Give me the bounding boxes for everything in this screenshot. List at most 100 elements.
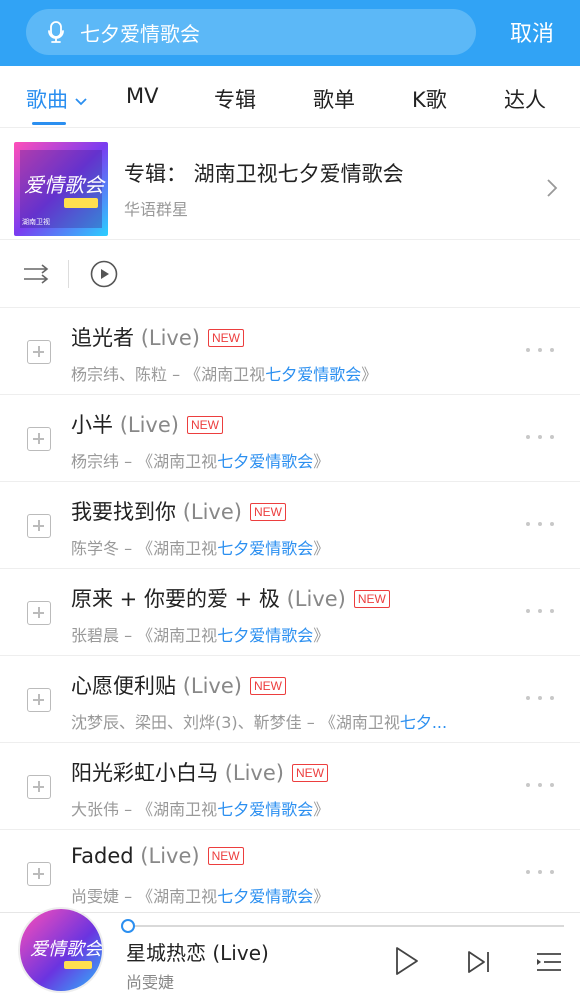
album-result[interactable]: 爱情歌会 湖南卫视 专辑： 湖南卫视七夕爱情歌会 华语群星	[0, 128, 580, 240]
song-title-line: 我要找到你 (Live) NEW	[71, 496, 286, 526]
album-cover: 爱情歌会 湖南卫视	[14, 142, 108, 236]
cover-logo-text: 爱情歌会	[24, 173, 106, 197]
song-row[interactable]: 小半 (Live) NEW 杨宗纬 – 《湖南卫视七夕爱情歌会》	[0, 395, 580, 482]
song-meta: 陈学冬 – 《湖南卫视七夕爱情歌会》	[71, 535, 329, 559]
tab-playlists[interactable]: 歌单	[313, 84, 355, 114]
new-badge: NEW	[207, 329, 244, 347]
song-title: 我要找到你	[71, 500, 176, 524]
progress-bar[interactable]	[128, 925, 564, 927]
song-artists: 沈梦辰、梁田、刘烨(3)、靳梦佳 – 《湖南卫视	[71, 713, 400, 732]
song-row[interactable]: 追光者 (Live) NEW 杨宗纬、陈粒 – 《湖南卫视七夕爱情歌会》	[0, 308, 580, 395]
chevron-down-icon[interactable]	[74, 96, 88, 106]
mini-player[interactable]: 爱情歌会 星城热恋 (Live) 尚雯婕	[0, 907, 580, 998]
new-badge: NEW	[249, 503, 286, 521]
shuffle-icon[interactable]	[22, 262, 52, 286]
song-row[interactable]: Faded (Live) NEW 尚雯婕 – 《湖南卫视七夕爱情歌会》	[0, 830, 580, 917]
new-badge: NEW	[186, 416, 223, 434]
search-query-text[interactable]: 七夕爱情歌会	[80, 18, 200, 47]
more-options-icon[interactable]	[526, 522, 556, 528]
song-album-end: 》	[361, 365, 378, 384]
song-live-tag: (Live)	[182, 674, 242, 698]
more-options-icon[interactable]	[526, 870, 556, 876]
play-icon[interactable]	[394, 945, 420, 977]
song-live-tag: (Live)	[119, 413, 179, 437]
song-row[interactable]: 我要找到你 (Live) NEW 陈学冬 – 《湖南卫视七夕爱情歌会》	[0, 482, 580, 569]
more-options-icon[interactable]	[526, 783, 556, 789]
song-album-highlight: 七夕爱情歌会	[217, 626, 314, 645]
song-live-tag: (Live)	[182, 500, 242, 524]
song-meta: 尚雯婕 – 《湖南卫视七夕爱情歌会》	[71, 883, 329, 907]
song-album-highlight: 七夕爱情歌会	[217, 539, 314, 558]
song-row[interactable]: 原来 + 你要的爱 + 极 (Live) NEW 张碧晨 – 《湖南卫视七夕爱情歌会…	[0, 569, 580, 656]
divider	[68, 260, 69, 288]
add-to-playlist-icon[interactable]	[27, 688, 51, 712]
song-meta: 大张伟 – 《湖南卫视七夕爱情歌会》	[71, 796, 329, 820]
song-artists: 杨宗纬、陈粒 – 《湖南卫视	[71, 365, 266, 384]
play-all-icon[interactable]	[90, 260, 118, 288]
song-meta: 沈梦辰、梁田、刘烨(3)、靳梦佳 – 《湖南卫视七夕...	[71, 709, 447, 733]
now-playing-title: 星城热恋 (Live)	[126, 941, 269, 965]
song-title: 阳光彩虹小白马	[71, 761, 218, 785]
song-album-highlight: 七夕爱情歌会	[217, 452, 314, 471]
more-options-icon[interactable]	[526, 609, 556, 615]
tab-experts[interactable]: 达人	[504, 84, 546, 114]
song-title-line: 心愿便利贴 (Live) NEW	[71, 670, 286, 700]
now-playing-artist: 尚雯婕	[126, 973, 175, 992]
add-to-playlist-icon[interactable]	[27, 514, 51, 538]
song-title-line: 追光者 (Live) NEW	[71, 322, 244, 352]
result-tabs: 歌曲 MV 专辑 歌单 K歌 达人	[0, 66, 580, 128]
playlist-icon[interactable]	[536, 949, 562, 975]
song-row[interactable]: 心愿便利贴 (Live) NEW 沈梦辰、梁田、刘烨(3)、靳梦佳 – 《湖南卫视七…	[0, 656, 580, 743]
album-title: 专辑： 湖南卫视七夕爱情歌会	[124, 162, 404, 186]
add-to-playlist-icon[interactable]	[27, 601, 51, 625]
add-to-playlist-icon[interactable]	[27, 427, 51, 451]
song-album-end: 》	[313, 539, 330, 558]
add-to-playlist-icon[interactable]	[27, 862, 51, 886]
more-options-icon[interactable]	[526, 435, 556, 441]
song-artists: 杨宗纬 – 《湖南卫视	[71, 452, 218, 471]
tab-mv[interactable]: MV	[126, 84, 158, 108]
new-badge: NEW	[291, 764, 328, 782]
add-to-playlist-icon[interactable]	[27, 340, 51, 364]
more-options-icon[interactable]	[526, 696, 556, 702]
song-artists: 张碧晨 – 《湖南卫视	[71, 626, 218, 645]
song-artists: 大张伟 – 《湖南卫视	[71, 800, 218, 819]
song-artists: 陈学冬 – 《湖南卫视	[71, 539, 218, 558]
player-cover-text: 爱情歌会	[30, 939, 104, 960]
song-album-end: 》	[313, 452, 330, 471]
song-album-end: 》	[313, 626, 330, 645]
tab-songs[interactable]: 歌曲	[26, 84, 88, 114]
album-artist: 华语群星	[124, 200, 189, 219]
song-album-highlight: 七夕爱情歌会	[265, 365, 362, 384]
song-live-tag: (Live)	[140, 844, 200, 868]
tab-karaoke[interactable]: K歌	[412, 84, 447, 114]
chevron-right-icon[interactable]	[546, 178, 558, 198]
now-playing-cover[interactable]: 爱情歌会	[18, 907, 104, 993]
song-row[interactable]: 阳光彩虹小白马 (Live) NEW 大张伟 – 《湖南卫视七夕爱情歌会》	[0, 743, 580, 830]
song-album-end: 》	[313, 887, 330, 906]
song-artists: 尚雯婕 – 《湖南卫视	[71, 887, 218, 906]
song-title-line: Faded (Live) NEW	[71, 844, 244, 868]
song-title: Faded	[71, 844, 134, 868]
next-track-icon[interactable]	[466, 949, 492, 975]
new-badge: NEW	[207, 847, 244, 865]
cover-sub-text: 湖南卫视	[22, 217, 50, 226]
tab-albums[interactable]: 专辑	[214, 84, 256, 114]
tab-songs-label: 歌曲	[26, 88, 68, 112]
more-options-icon[interactable]	[526, 348, 556, 354]
new-badge: NEW	[353, 590, 390, 608]
cancel-button[interactable]: 取消	[510, 16, 554, 48]
song-title: 追光者	[71, 326, 134, 350]
progress-handle[interactable]	[121, 919, 135, 933]
voice-search-icon[interactable]	[42, 18, 70, 46]
playback-controls-row	[0, 240, 580, 308]
song-meta: 张碧晨 – 《湖南卫视七夕爱情歌会》	[71, 622, 329, 646]
song-title: 原来 + 你要的爱 + 极	[71, 587, 280, 611]
search-header: 七夕爱情歌会 取消	[0, 0, 580, 66]
song-album-highlight: 七夕...	[399, 713, 448, 732]
song-title-line: 阳光彩虹小白马 (Live) NEW	[71, 757, 328, 787]
add-to-playlist-icon[interactable]	[27, 775, 51, 799]
search-input[interactable]: 七夕爱情歌会	[26, 9, 476, 55]
new-badge: NEW	[249, 677, 286, 695]
active-tab-indicator	[32, 122, 66, 125]
